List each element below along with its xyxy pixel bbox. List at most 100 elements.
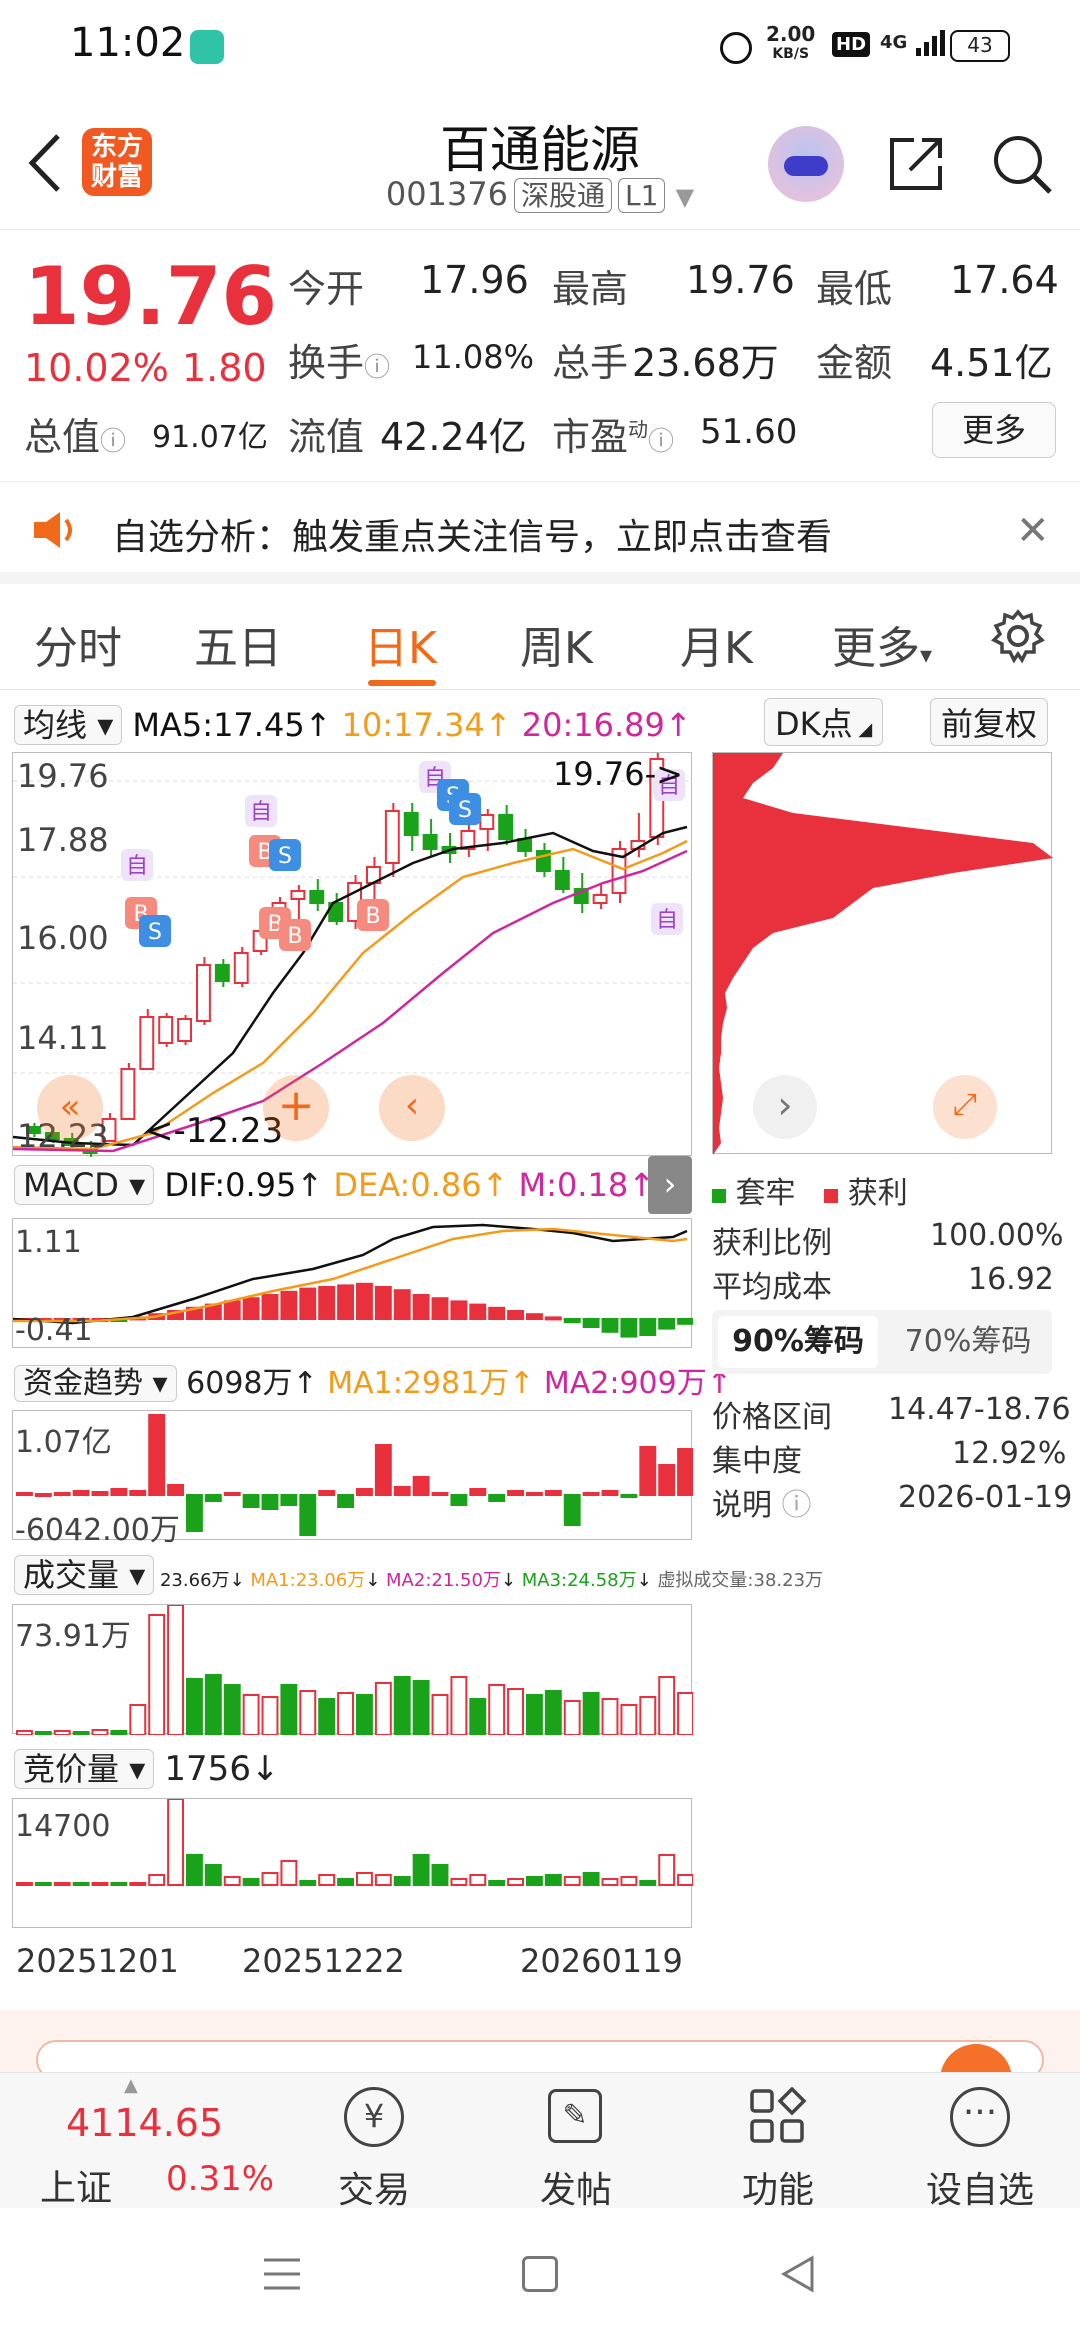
- float-label: 流值: [288, 415, 365, 459]
- open-value: 17.96: [420, 258, 529, 302]
- close-icon[interactable]: ✕: [1016, 508, 1050, 554]
- svg-text:S: S: [148, 920, 162, 945]
- conc-label: 集中度: [712, 1444, 802, 1479]
- info-icon[interactable]: ⓘ: [782, 1488, 812, 1523]
- float-value: 42.24亿: [380, 415, 527, 459]
- svg-text:S: S: [458, 798, 472, 823]
- pink-strip: [0, 2010, 1080, 2084]
- ma10-label: 10:17.34: [341, 706, 485, 744]
- dropdown-icon[interactable]: ▼: [676, 183, 694, 211]
- last-price: 19.76: [24, 250, 278, 343]
- settings-icon[interactable]: [990, 608, 1046, 668]
- fund-ma1: MA1:2981万: [327, 1366, 510, 1401]
- range-label: 价格区间: [712, 1400, 832, 1435]
- low-value: 17.64: [950, 258, 1059, 302]
- amount-value: 4.51亿: [930, 341, 1053, 385]
- mktcap-value: 91.07亿: [152, 420, 268, 455]
- svg-text:自: 自: [656, 908, 678, 933]
- fund-select[interactable]: 资金趋势 ▾: [14, 1365, 177, 1402]
- index-pct: 0.31%: [166, 2159, 275, 2199]
- more-dots-icon: ···: [950, 2087, 1010, 2147]
- high-value: 19.76: [686, 258, 795, 302]
- tab-more[interactable]: 更多▾: [832, 612, 932, 676]
- avg-cost-value: 16.92: [968, 1262, 1054, 1297]
- info-icon[interactable]: ⓘ: [648, 427, 674, 457]
- tab-monthly-k[interactable]: 月K: [680, 612, 753, 676]
- menu-nav-icon[interactable]: [262, 2256, 302, 2296]
- tab-daily-k[interactable]: 日K: [364, 612, 437, 676]
- share-icon[interactable]: [884, 132, 948, 200]
- fund-ma2: MA2:909万: [543, 1366, 707, 1401]
- macd-select[interactable]: MACD ▾: [14, 1165, 155, 1205]
- prev-icon[interactable]: ‹: [379, 1075, 445, 1141]
- kline-chart[interactable]: 自自自自自BBBBBSSSS 19.76 17.88 16.00 14.11 1…: [12, 752, 693, 1157]
- y-label-3: 16.00: [17, 919, 109, 957]
- chip-tab-70[interactable]: 70%筹码: [888, 1316, 1048, 1368]
- auction-select[interactable]: 竞价量 ▾: [14, 1749, 155, 1789]
- vol-select[interactable]: 成交量 ▾: [14, 1555, 155, 1595]
- tab-intraday[interactable]: 分时: [34, 612, 122, 676]
- macd-expand-button[interactable]: ›: [648, 1156, 692, 1214]
- trade-icon: ¥: [344, 2087, 404, 2147]
- high-label: 最高: [552, 267, 629, 311]
- dk-point-button[interactable]: DK点 ◢: [764, 698, 884, 746]
- alert-banner[interactable]: 自选分析：触发重点关注信号，立即点击查看 ✕: [0, 482, 1080, 584]
- search-icon[interactable]: [990, 132, 1054, 200]
- volume-chart[interactable]: 73.91万: [12, 1604, 693, 1735]
- macd-row: MACD ▾ DIF:0.95↑ DEA:0.86↑ M:0.18↑: [14, 1165, 655, 1205]
- add-watch-button[interactable]: ··· 设自选: [880, 2073, 1080, 2211]
- adjust-button[interactable]: 前复权: [930, 698, 1049, 746]
- fund-row: 资金趋势 ▾ 6098万↑ MA1:2981万↑ MA2:909万↑: [14, 1358, 732, 1402]
- tab-weekly-k[interactable]: 周K: [520, 612, 593, 676]
- bottom-toolbar: ▲ 4114.65 上证 0.31% ¥ 交易 ✎ 发帖 功能 ··· 设自选: [0, 2072, 1080, 2211]
- range-value: 14.47-18.76: [888, 1392, 1071, 1427]
- chip-chart[interactable]: › ⤢: [712, 752, 1053, 1155]
- open-label: 今开: [288, 267, 365, 311]
- info-icon[interactable]: ⓘ: [364, 353, 390, 383]
- net-speed: 2.00 KB/S: [766, 22, 816, 62]
- ma20-label: 20:16.89: [521, 706, 665, 744]
- turnover-value: 11.08%: [412, 338, 535, 376]
- vol-info: 23.66万: [159, 1570, 230, 1591]
- auction-value: 1756: [164, 1749, 251, 1789]
- svg-text:B: B: [365, 904, 380, 929]
- stock-header: 东方 财富 百通能源 001376 深股通 L1 ▼: [0, 96, 1080, 230]
- macd-y-top: 1.11: [15, 1225, 82, 1260]
- volume-label: 总手: [552, 341, 629, 385]
- scroll-left-icon[interactable]: «: [37, 1075, 103, 1141]
- index-widget[interactable]: ▲ 4114.65 上证 0.31%: [0, 2073, 290, 2209]
- amount-label: 金额: [816, 341, 893, 385]
- banner-text: 自选分析：触发重点关注信号，立即点击查看: [112, 517, 833, 558]
- pe-value: 51.60: [700, 412, 798, 452]
- auction-chart[interactable]: 14700: [12, 1798, 693, 1928]
- fund-y-top: 1.07亿: [15, 1425, 112, 1460]
- ma-select[interactable]: 均线 ▾: [14, 705, 123, 745]
- tab-active-indicator: [368, 680, 436, 686]
- zoom-in-icon[interactable]: +: [263, 1075, 329, 1141]
- fund-chart[interactable]: 1.07亿 -6042.00万: [12, 1410, 693, 1548]
- note-date: 2026-01-19: [898, 1480, 1073, 1515]
- trade-button[interactable]: ¥ 交易: [274, 2073, 474, 2211]
- macd-y-bot: -0.41: [15, 1313, 93, 1348]
- pe-label: 市盈动ⓘ: [552, 415, 675, 459]
- mktcap-label: 总值ⓘ: [24, 415, 127, 459]
- chip-tab-90[interactable]: 90%筹码: [718, 1316, 878, 1368]
- macd-chart[interactable]: 1.11 -0.41: [12, 1218, 693, 1348]
- chip-next-icon[interactable]: ›: [753, 1075, 817, 1139]
- m-label: M:0.18: [518, 1166, 629, 1204]
- expand-icon[interactable]: ⤢: [933, 1075, 997, 1139]
- info-icon[interactable]: ⓘ: [100, 427, 126, 457]
- level-tag: L1: [618, 178, 666, 213]
- more-button[interactable]: 更多: [932, 402, 1056, 458]
- function-button[interactable]: 功能: [678, 2073, 878, 2211]
- date-end: 20260119: [520, 1942, 683, 1980]
- home-nav-icon[interactable]: [522, 2256, 558, 2292]
- chip-tabs: 90%筹码 70%筹码: [712, 1310, 1052, 1374]
- tab-five-day[interactable]: 五日: [194, 612, 282, 676]
- svg-text:B: B: [287, 924, 302, 949]
- post-button[interactable]: ✎ 发帖: [476, 2073, 676, 2211]
- svg-text:自: 自: [126, 854, 148, 879]
- back-nav-icon[interactable]: [780, 2254, 816, 2298]
- assistant-avatar-icon[interactable]: [768, 126, 844, 202]
- vol-ma1: MA1:23.06万: [250, 1570, 366, 1591]
